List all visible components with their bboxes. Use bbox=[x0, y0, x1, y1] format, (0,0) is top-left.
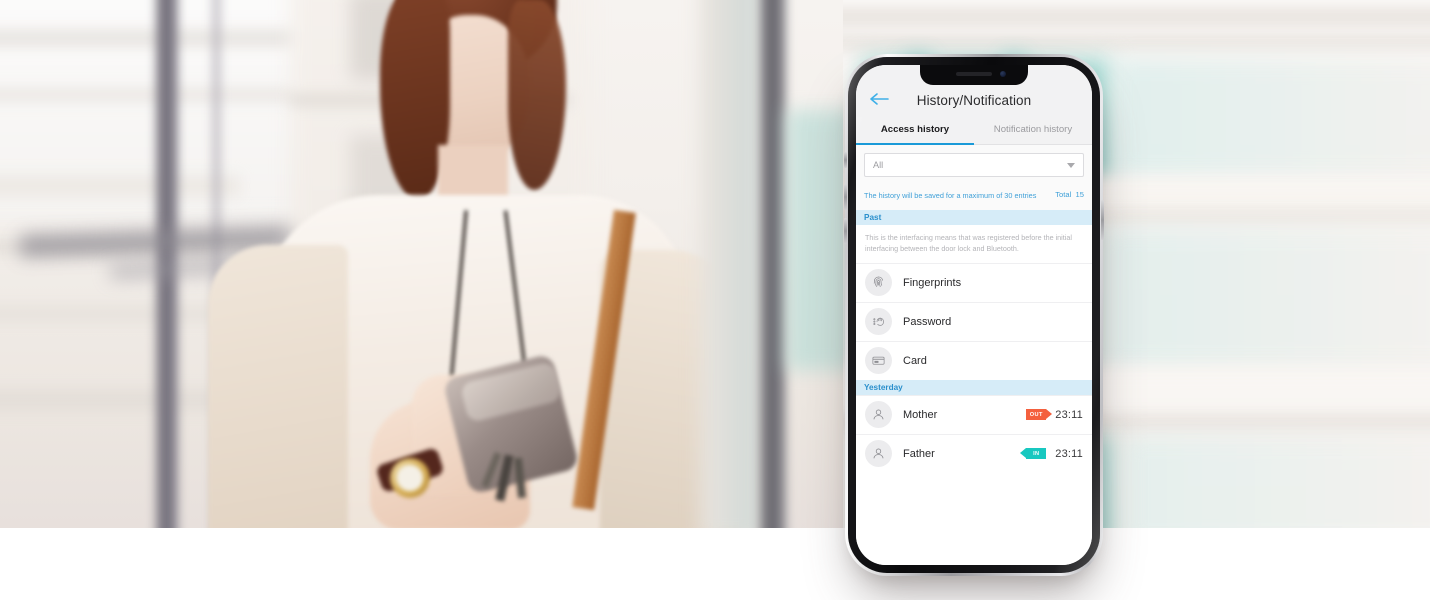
bottom-white-band bbox=[0, 528, 1430, 600]
table-row[interactable]: Father IN 23:11 bbox=[856, 433, 1092, 473]
entry-time: 23:11 bbox=[1055, 408, 1083, 421]
arrow-left-icon bbox=[870, 93, 889, 105]
list-item-label: Mother bbox=[903, 408, 938, 421]
card-icon bbox=[872, 357, 885, 366]
history-filter-value: All bbox=[873, 160, 884, 170]
avatar bbox=[865, 401, 892, 429]
total-label: Total bbox=[1055, 190, 1072, 199]
phone-screen: History/Notification Access history Noti… bbox=[856, 65, 1092, 565]
avatar bbox=[865, 308, 892, 336]
tab-bar: Access history Notification history bbox=[856, 117, 1092, 145]
front-camera-icon bbox=[1000, 71, 1006, 77]
table-row[interactable]: Mother OUT 23:11 bbox=[856, 394, 1092, 434]
entry-time: 23:11 bbox=[1055, 447, 1083, 460]
avatar bbox=[865, 347, 892, 375]
history-filter-select[interactable]: All bbox=[864, 153, 1084, 177]
section-header-yesterday: Yesterday bbox=[856, 379, 1092, 395]
smartphone-mockup: History/Notification Access history Noti… bbox=[843, 52, 1105, 580]
mute-switch[interactable] bbox=[844, 152, 847, 168]
chevron-down-icon bbox=[1067, 163, 1075, 168]
list-item[interactable]: Fingerprints bbox=[856, 262, 1092, 302]
status-badge: OUT bbox=[1026, 409, 1053, 421]
volume-up-button[interactable] bbox=[844, 184, 847, 210]
person-icon bbox=[873, 410, 884, 420]
section-header-past: Past bbox=[856, 209, 1092, 225]
list-item[interactable]: Password bbox=[856, 301, 1092, 341]
tab-access-history[interactable]: Access history bbox=[856, 117, 974, 145]
badge-slot: OUT bbox=[1014, 409, 1053, 421]
total-count: Total 15 bbox=[1055, 190, 1084, 199]
page-root: History/Notification Access history Noti… bbox=[0, 0, 1430, 600]
list-filler bbox=[856, 472, 1092, 565]
page-title: History/Notification bbox=[916, 93, 1032, 108]
tab-notification-history[interactable]: Notification history bbox=[974, 117, 1092, 144]
list-item-label: Father bbox=[903, 447, 935, 460]
avatar bbox=[865, 269, 892, 297]
fingerprint-icon bbox=[873, 277, 883, 288]
notch bbox=[920, 65, 1028, 85]
list-item-label: Fingerprints bbox=[903, 276, 962, 289]
history-limit-text: The history will be saved for a maximum … bbox=[864, 191, 1037, 200]
keypad-hand-icon bbox=[873, 317, 884, 327]
person-icon bbox=[873, 449, 884, 459]
list-item[interactable]: Card bbox=[856, 340, 1092, 380]
section-description-past: This is the interfacing means that was r… bbox=[856, 224, 1092, 263]
list-item-label: Password bbox=[903, 315, 952, 328]
avatar bbox=[865, 440, 892, 468]
filter-section: All bbox=[856, 145, 1092, 183]
power-button[interactable] bbox=[1101, 200, 1104, 240]
back-button[interactable] bbox=[868, 90, 890, 108]
info-row: The history will be saved for a maximum … bbox=[856, 183, 1092, 210]
background-photo bbox=[0, 0, 843, 528]
volume-down-button[interactable] bbox=[844, 218, 847, 244]
status-badge: IN bbox=[1020, 448, 1047, 460]
badge-slot: IN bbox=[1014, 448, 1047, 460]
list-item-label: Card bbox=[903, 354, 927, 367]
total-value: 15 bbox=[1075, 190, 1084, 199]
earpiece-speaker bbox=[956, 72, 992, 76]
